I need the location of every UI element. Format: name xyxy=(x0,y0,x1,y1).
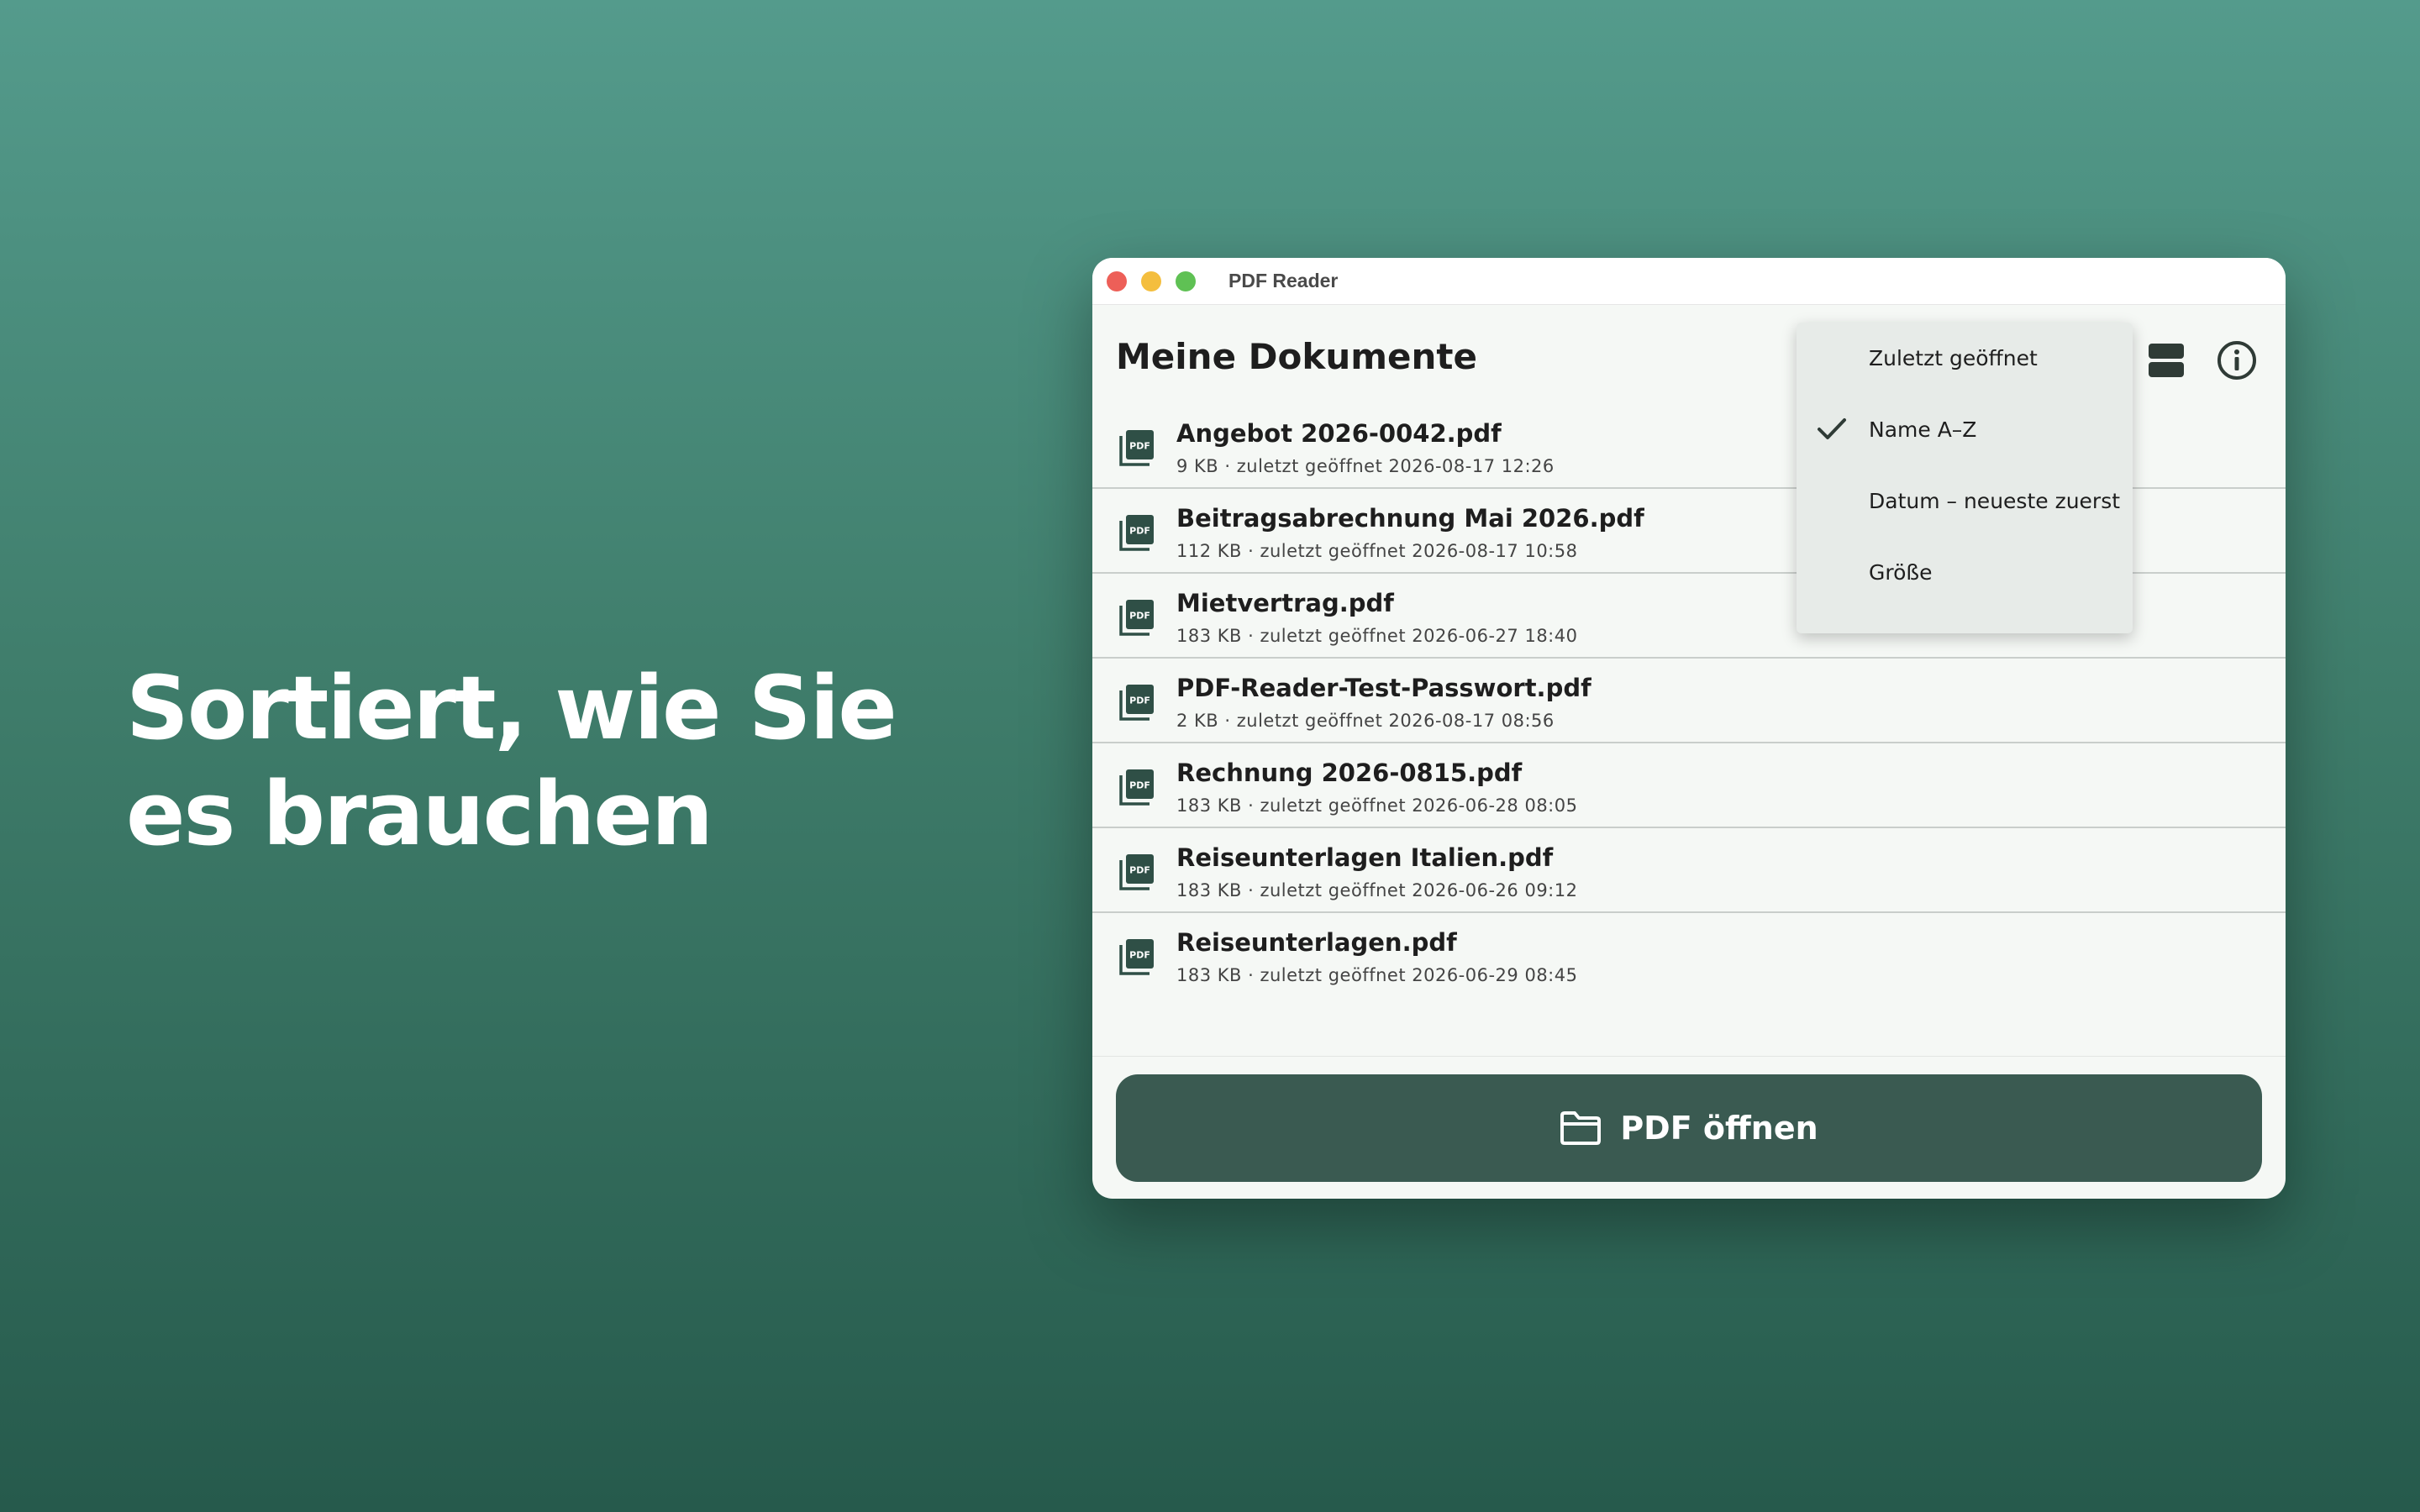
svg-text:PDF: PDF xyxy=(1129,780,1150,791)
hero-headline: Sortiert, wie Sie es brauchen xyxy=(126,657,897,865)
document-name: Angebot 2026-0042.pdf xyxy=(1176,419,1502,448)
open-pdf-button[interactable]: PDF öffnen xyxy=(1116,1074,2262,1182)
sort-option-label: Name A–Z xyxy=(1869,417,1977,442)
sort-menu: Zuletzt geöffnet Name A–Z Datum – neuest… xyxy=(1797,323,2133,633)
title-bar: PDF Reader xyxy=(1092,258,2286,305)
sort-option-size[interactable]: Größe xyxy=(1797,537,2133,608)
page-title: Meine Dokumente xyxy=(1116,336,1477,377)
document-meta: 183 KB · zuletzt geöffnet 2026-06-29 08:… xyxy=(1176,965,1578,985)
document-name: Reiseunterlagen Italien.pdf xyxy=(1176,843,1554,872)
view-layout-button[interactable] xyxy=(2144,339,2188,382)
svg-text:PDF: PDF xyxy=(1129,441,1150,452)
folder-icon xyxy=(1560,1111,1602,1145)
document-meta: 112 KB · zuletzt geöffnet 2026-08-17 10:… xyxy=(1176,541,1578,561)
app-window: PDF Reader Meine Dokumente PDF Angebot 20… xyxy=(1092,258,2286,1199)
svg-text:PDF: PDF xyxy=(1129,865,1150,876)
info-button[interactable] xyxy=(2215,339,2259,382)
minimize-window-button[interactable] xyxy=(1141,270,1161,291)
document-meta: 183 KB · zuletzt geöffnet 2026-06-28 08:… xyxy=(1176,795,1578,816)
checkmark-icon xyxy=(1818,418,1846,439)
open-pdf-button-label: PDF öffnen xyxy=(1620,1110,1818,1147)
info-icon xyxy=(2217,341,2256,380)
window-title: PDF Reader xyxy=(1228,270,1339,291)
svg-text:PDF: PDF xyxy=(1129,696,1150,706)
pdf-file-icon: PDF xyxy=(1119,939,1154,975)
view-layout-icon xyxy=(2149,344,2184,377)
sort-option-label: Zuletzt geöffnet xyxy=(1869,346,2038,370)
divider xyxy=(1092,1056,2286,1057)
svg-text:PDF: PDF xyxy=(1129,526,1150,537)
close-window-button[interactable] xyxy=(1107,270,1127,291)
document-meta: 183 KB · zuletzt geöffnet 2026-06-26 09:… xyxy=(1176,880,1578,900)
document-meta: 2 KB · zuletzt geöffnet 2026-08-17 08:56 xyxy=(1176,711,1555,731)
pdf-file-icon: PDF xyxy=(1119,515,1154,551)
pdf-file-icon: PDF xyxy=(1119,685,1154,721)
document-name: Mietvertrag.pdf xyxy=(1176,589,1394,617)
sort-option-label: Datum – neueste zuerst xyxy=(1869,489,2121,513)
sort-option-label: Größe xyxy=(1869,560,1933,585)
pdf-file-icon: PDF xyxy=(1119,600,1154,636)
document-name: Beitragsabrechnung Mai 2026.pdf xyxy=(1176,504,1644,533)
svg-text:PDF: PDF xyxy=(1129,611,1150,622)
zoom-window-button[interactable] xyxy=(1176,270,1196,291)
document-row[interactable]: PDF Reiseunterlagen.pdf 183 KB · zuletzt g… xyxy=(1092,913,2286,998)
document-row[interactable]: PDF Reiseunterlagen Italien.pdf 183 KB · z… xyxy=(1092,828,2286,913)
document-name: Rechnung 2026-0815.pdf xyxy=(1176,759,1523,787)
document-name: Reiseunterlagen.pdf xyxy=(1176,928,1457,957)
sort-option-name[interactable]: Name A–Z xyxy=(1797,394,2133,465)
sort-option-date[interactable]: Datum – neueste zuerst xyxy=(1797,465,2133,537)
document-meta: 9 KB · zuletzt geöffnet 2026-08-17 12:26 xyxy=(1176,456,1555,476)
pdf-file-icon: PDF xyxy=(1119,430,1154,466)
document-meta: 183 KB · zuletzt geöffnet 2026-06-27 18:… xyxy=(1176,626,1578,646)
svg-text:PDF: PDF xyxy=(1129,950,1150,961)
document-row[interactable]: PDF PDF-Reader-Test-Passwort.pdf 2 KB · zu… xyxy=(1092,659,2286,743)
document-name: PDF-Reader-Test-Passwort.pdf xyxy=(1176,674,1591,702)
document-row[interactable]: PDF Rechnung 2026-0815.pdf 183 KB · zuletz… xyxy=(1092,743,2286,828)
pdf-file-icon: PDF xyxy=(1119,854,1154,890)
sort-option-recent[interactable]: Zuletzt geöffnet xyxy=(1797,323,2133,394)
pdf-file-icon: PDF xyxy=(1119,769,1154,806)
